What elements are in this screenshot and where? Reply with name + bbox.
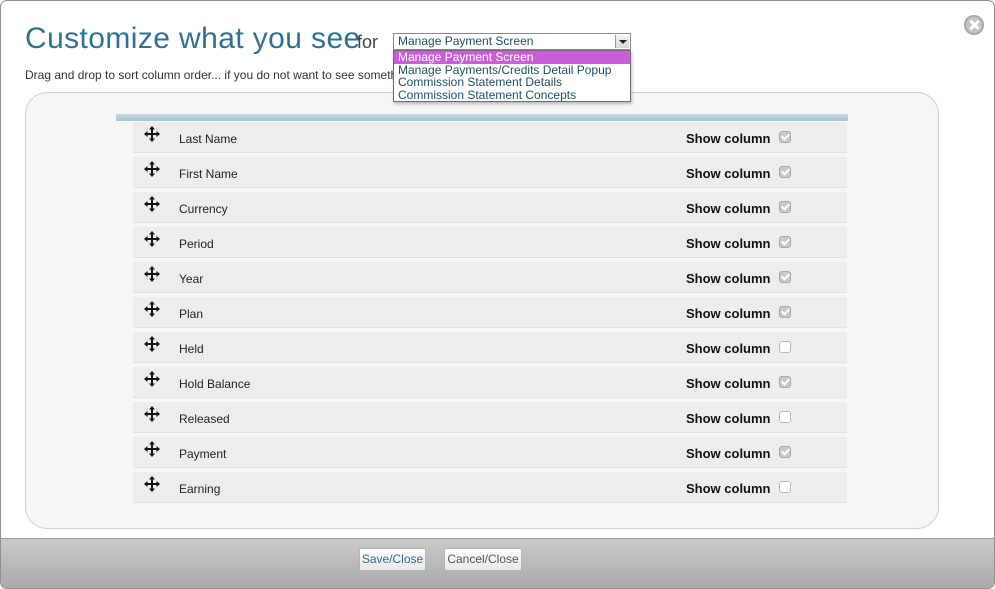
screen-select[interactable]: Manage Payment Screen xyxy=(393,33,631,50)
show-column-checkbox[interactable] xyxy=(779,411,791,423)
column-name: Last Name xyxy=(179,132,238,146)
show-column-checkbox[interactable] xyxy=(779,201,791,213)
show-column-label: Show column xyxy=(686,236,771,251)
column-name: Hold Balance xyxy=(179,377,251,391)
show-column-checkbox[interactable] xyxy=(779,481,791,493)
column-name: First Name xyxy=(179,167,238,181)
save-close-button[interactable]: Save/Close xyxy=(359,548,426,571)
move-arrows-icon[interactable] xyxy=(144,231,160,247)
move-arrows-icon[interactable] xyxy=(144,336,160,352)
for-label: for xyxy=(357,32,379,52)
column-name: Held xyxy=(179,342,204,356)
close-icon[interactable] xyxy=(964,15,984,35)
column-row[interactable]: Plan Show column xyxy=(133,297,847,328)
show-column-label: Show column xyxy=(686,306,771,321)
column-row[interactable]: Currency Show column xyxy=(133,192,847,223)
move-arrows-icon[interactable] xyxy=(144,301,160,317)
column-row[interactable]: First Name Show column xyxy=(133,157,847,188)
move-arrows-icon[interactable] xyxy=(144,161,160,177)
dialog-title: Customize what you see xyxy=(25,22,361,55)
show-column-checkbox[interactable] xyxy=(779,341,791,353)
show-column-checkbox[interactable] xyxy=(779,306,791,318)
column-row[interactable]: Period Show column xyxy=(133,227,847,258)
show-column-label: Show column xyxy=(686,131,771,146)
column-row[interactable]: Hold Balance Show column xyxy=(133,367,847,398)
show-column-checkbox[interactable] xyxy=(779,131,791,143)
show-column-checkbox[interactable] xyxy=(779,236,791,248)
columns-header-bar xyxy=(116,114,848,121)
screen-select-value: Manage Payment Screen xyxy=(398,34,534,48)
show-column-label: Show column xyxy=(686,446,771,461)
customize-dialog: Customize what you see for Drag and drop… xyxy=(0,0,995,589)
screen-select-dropdown: Manage Payment Screen Manage Payments/Cr… xyxy=(393,50,631,102)
move-arrows-icon[interactable] xyxy=(144,126,160,142)
move-arrows-icon[interactable] xyxy=(144,441,160,457)
show-column-label: Show column xyxy=(686,201,771,216)
show-column-label: Show column xyxy=(686,166,771,181)
screen-option-manage-payment-screen[interactable]: Manage Payment Screen xyxy=(394,51,630,64)
column-name: Plan xyxy=(179,307,204,321)
column-name: Period xyxy=(179,237,214,251)
column-row[interactable]: Payment Show column xyxy=(133,437,847,468)
move-arrows-icon[interactable] xyxy=(144,406,160,422)
column-name: Payment xyxy=(179,447,227,461)
column-row[interactable]: Held Show column xyxy=(133,332,847,363)
column-list: Last Name Show column First Name Show colum… xyxy=(133,122,847,507)
move-arrows-icon[interactable] xyxy=(144,476,160,492)
cancel-close-button[interactable]: Cancel/Close xyxy=(444,548,522,571)
show-column-checkbox[interactable] xyxy=(779,166,791,178)
chevron-down-icon[interactable] xyxy=(615,35,629,48)
show-column-checkbox[interactable] xyxy=(779,376,791,388)
show-column-label: Show column xyxy=(686,376,771,391)
move-arrows-icon[interactable] xyxy=(144,371,160,387)
column-name: Currency xyxy=(179,202,228,216)
show-column-label: Show column xyxy=(686,341,771,356)
column-name: Year xyxy=(179,272,204,286)
show-column-label: Show column xyxy=(686,481,771,496)
column-name: Released xyxy=(179,412,230,426)
show-column-label: Show column xyxy=(686,411,771,426)
show-column-label: Show column xyxy=(686,271,771,286)
move-arrows-icon[interactable] xyxy=(144,266,160,282)
screen-option-commission-details[interactable]: Commission Statement Details xyxy=(394,76,630,89)
show-column-checkbox[interactable] xyxy=(779,446,791,458)
column-row[interactable]: Earning Show column xyxy=(133,472,847,503)
show-column-checkbox[interactable] xyxy=(779,271,791,283)
column-row[interactable]: Year Show column xyxy=(133,262,847,293)
move-arrows-icon[interactable] xyxy=(144,196,160,212)
column-row[interactable]: Last Name Show column xyxy=(133,122,847,153)
dialog-footer: Save/Close Cancel/Close xyxy=(1,538,994,588)
screen-option-commission-concepts[interactable]: Commission Statement Concepts xyxy=(394,88,630,102)
column-row[interactable]: Released Show column xyxy=(133,402,847,433)
column-name: Earning xyxy=(179,482,221,496)
instructions-text: Drag and drop to sort column order... if… xyxy=(25,68,398,82)
